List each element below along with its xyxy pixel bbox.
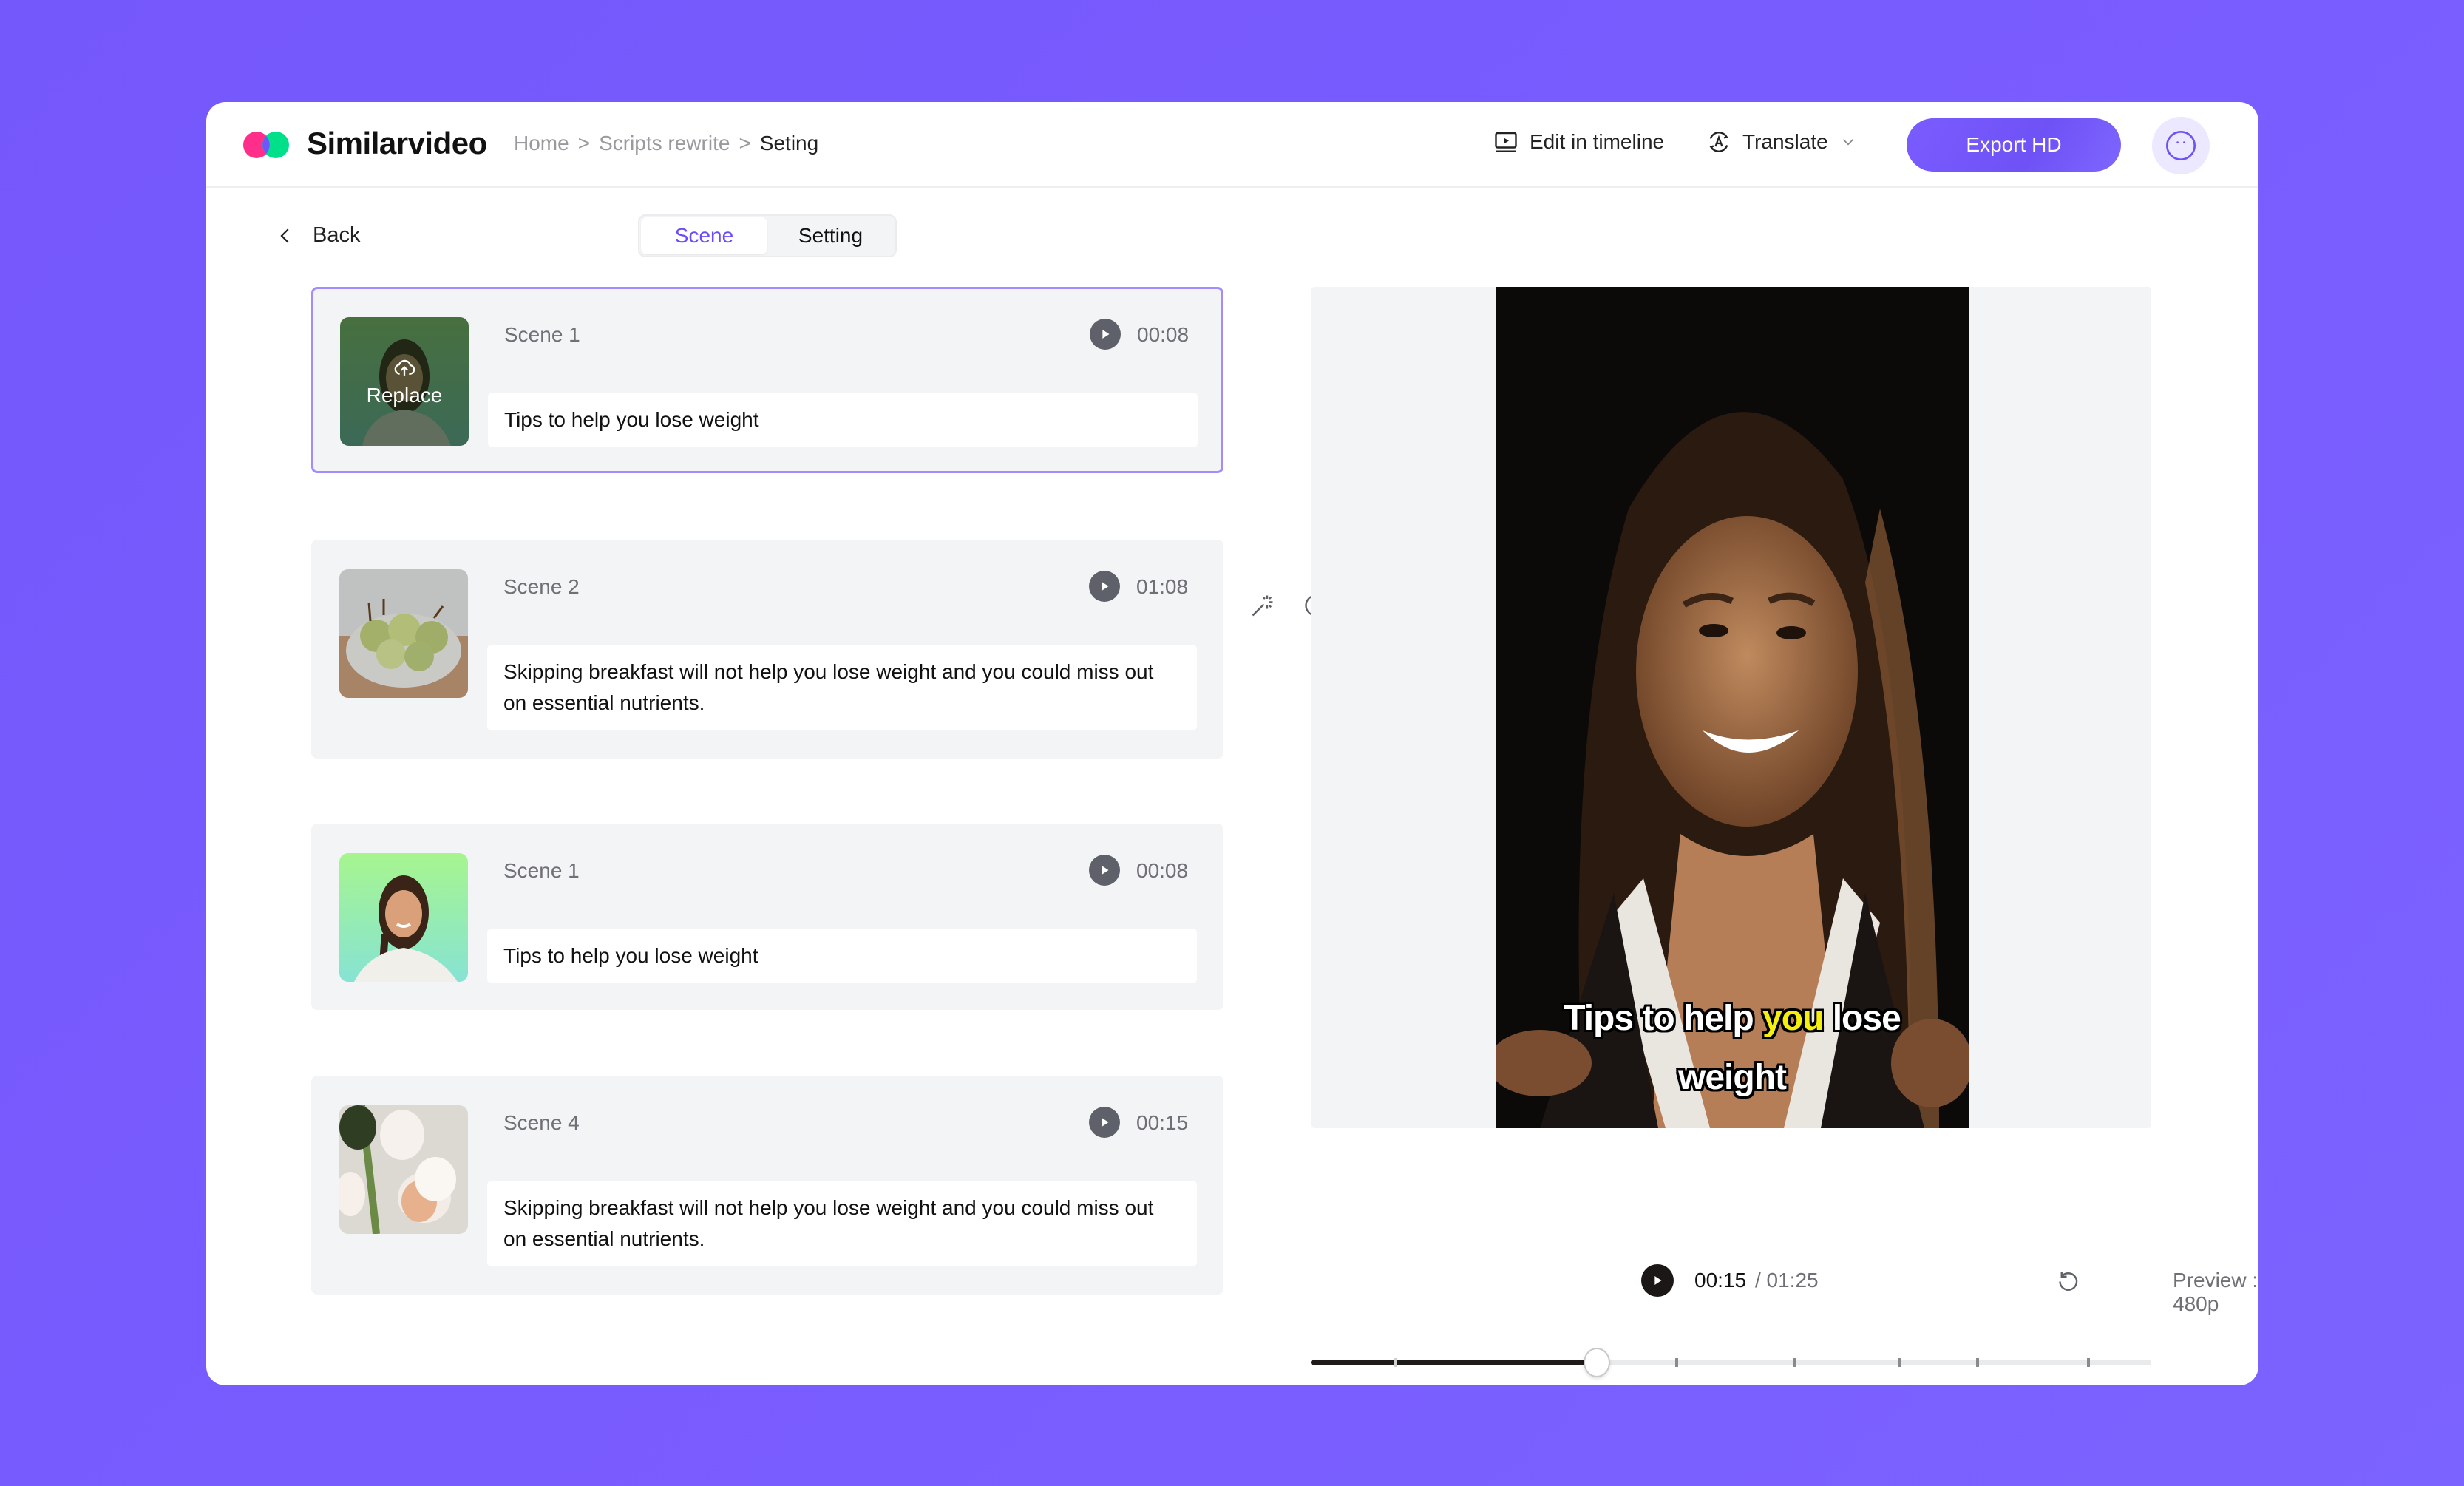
video-preview[interactable]: Tips to help you lose weight <box>1496 287 1969 1128</box>
play-icon <box>1102 1118 1109 1127</box>
breadcrumb-home[interactable]: Home <box>514 132 569 155</box>
woman-portrait-image <box>339 853 468 982</box>
scene-marker <box>1793 1358 1796 1367</box>
replace-label: Replace <box>366 384 443 407</box>
edit-in-timeline-label: Edit in timeline <box>1530 130 1665 153</box>
scene-marker <box>1975 1358 1979 1367</box>
scene-script-input[interactable]: Skipping breakfast will not help you los… <box>487 1181 1197 1266</box>
translate-icon <box>1709 132 1728 152</box>
play-icon <box>1102 582 1109 591</box>
scene-play-button[interactable] <box>1089 855 1120 886</box>
preview-quality[interactable]: Preview : 480p <box>2173 1269 2258 1316</box>
scene-thumbnail[interactable]: Replace <box>340 317 469 446</box>
scrubber-handle[interactable] <box>1584 1348 1611 1377</box>
scene-name: Scene 1 <box>504 323 580 346</box>
play-icon <box>1654 1276 1662 1285</box>
scene-play-button[interactable] <box>1089 571 1120 602</box>
scene-script-input[interactable]: Tips to help you lose weight <box>487 929 1197 983</box>
flowers-cup-image <box>339 1105 468 1234</box>
scene-duration: 01:08 <box>1136 575 1189 598</box>
scene-play-button[interactable] <box>1089 1107 1120 1138</box>
scene-card[interactable]: Scene 2 01:08 Skipping breakfast will no… <box>311 540 1223 759</box>
tab-scene[interactable]: Scene <box>641 217 767 254</box>
scene-name: Scene 4 <box>503 1111 580 1134</box>
edit-in-timeline-button[interactable]: Edit in timeline <box>1493 129 1664 155</box>
scene-card[interactable]: Replace Scene 1 00:08 Tips to help you l… <box>311 287 1223 473</box>
magic-wand-icon <box>1252 595 1273 617</box>
scene-duration: 00:08 <box>1137 323 1189 346</box>
translate-label: Translate <box>1742 130 1828 153</box>
breadcrumb-separator: > <box>739 132 751 155</box>
scene-duration: 00:15 <box>1136 1111 1189 1134</box>
scene-name: Scene 1 <box>503 859 580 882</box>
scene-play-button[interactable] <box>1090 319 1121 350</box>
scene-name: Scene 2 <box>503 575 580 598</box>
brand-name: Similarvideo <box>307 126 487 160</box>
back-label: Back <box>313 223 361 247</box>
app-window: Similarvideo Home > Scripts rewrite > Se… <box>206 102 2258 1385</box>
scene-marker <box>1898 1358 1901 1367</box>
timeline-scrubber[interactable] <box>1311 1348 2151 1377</box>
breadcrumb-separator: > <box>577 132 591 155</box>
cloud-upload-icon <box>394 359 415 376</box>
scene-script-input[interactable]: Tips to help you lose weight <box>488 393 1198 447</box>
user-avatar-button[interactable] <box>2152 117 2210 174</box>
user-face-icon <box>2165 130 2196 161</box>
logo-icon <box>243 132 289 158</box>
scene-setting-tabs: Scene Setting <box>638 214 897 257</box>
player-controls: 00:15 / 01:25 Preview : 480p <box>206 1264 2258 1315</box>
replace-media-button[interactable]: Replace <box>340 317 469 446</box>
caption-text-before: Tips to help <box>1564 999 1763 1038</box>
export-hd-button[interactable]: Export HD <box>1907 118 2121 172</box>
scene-card[interactable]: Scene 1 00:08 Tips to help you lose weig… <box>311 824 1223 1010</box>
scene-marker <box>1675 1358 1679 1367</box>
replay-icon[interactable] <box>2054 1267 2081 1294</box>
scene-card[interactable]: Scene 4 00:15 Skipping breakfast will no… <box>311 1076 1223 1295</box>
preview-play-button[interactable] <box>1641 1264 1674 1297</box>
video-caption: Tips to help you lose weight <box>1496 989 1969 1107</box>
breadcrumb-scripts-rewrite[interactable]: Scripts rewrite <box>599 132 730 155</box>
back-button[interactable]: Back <box>274 223 360 248</box>
magic-wand-button[interactable] <box>1249 591 1277 620</box>
pears-bowl-image <box>339 569 468 698</box>
play-icon <box>1102 330 1110 339</box>
scene-duration: 00:08 <box>1136 859 1189 882</box>
current-time: 00:15 <box>1694 1269 1747 1292</box>
chevron-left-icon <box>280 228 289 243</box>
total-time: / 01:25 <box>1755 1269 1819 1292</box>
scene-marker <box>1394 1358 1397 1367</box>
breadcrumb: Home > Scripts rewrite > Seting <box>514 132 818 155</box>
scene-marker <box>2086 1358 2090 1367</box>
caption-highlighted-word: you <box>1762 999 1824 1038</box>
scene-thumbnail[interactable] <box>339 1105 468 1234</box>
play-icon <box>1102 866 1109 875</box>
chevron-down-icon <box>1842 139 1853 146</box>
translate-dropdown[interactable]: Translate <box>1706 129 1858 155</box>
breadcrumb-current: Seting <box>759 132 819 155</box>
scene-thumbnail[interactable] <box>339 569 468 698</box>
scene-script-input[interactable]: Skipping breakfast will not help you los… <box>487 645 1197 730</box>
timeline-video-icon <box>1495 132 1517 152</box>
scene-thumbnail[interactable] <box>339 853 468 982</box>
progress-fill <box>1311 1360 1598 1365</box>
top-header: Similarvideo Home > Scripts rewrite > Se… <box>206 102 2258 188</box>
tab-setting[interactable]: Setting <box>767 217 894 254</box>
